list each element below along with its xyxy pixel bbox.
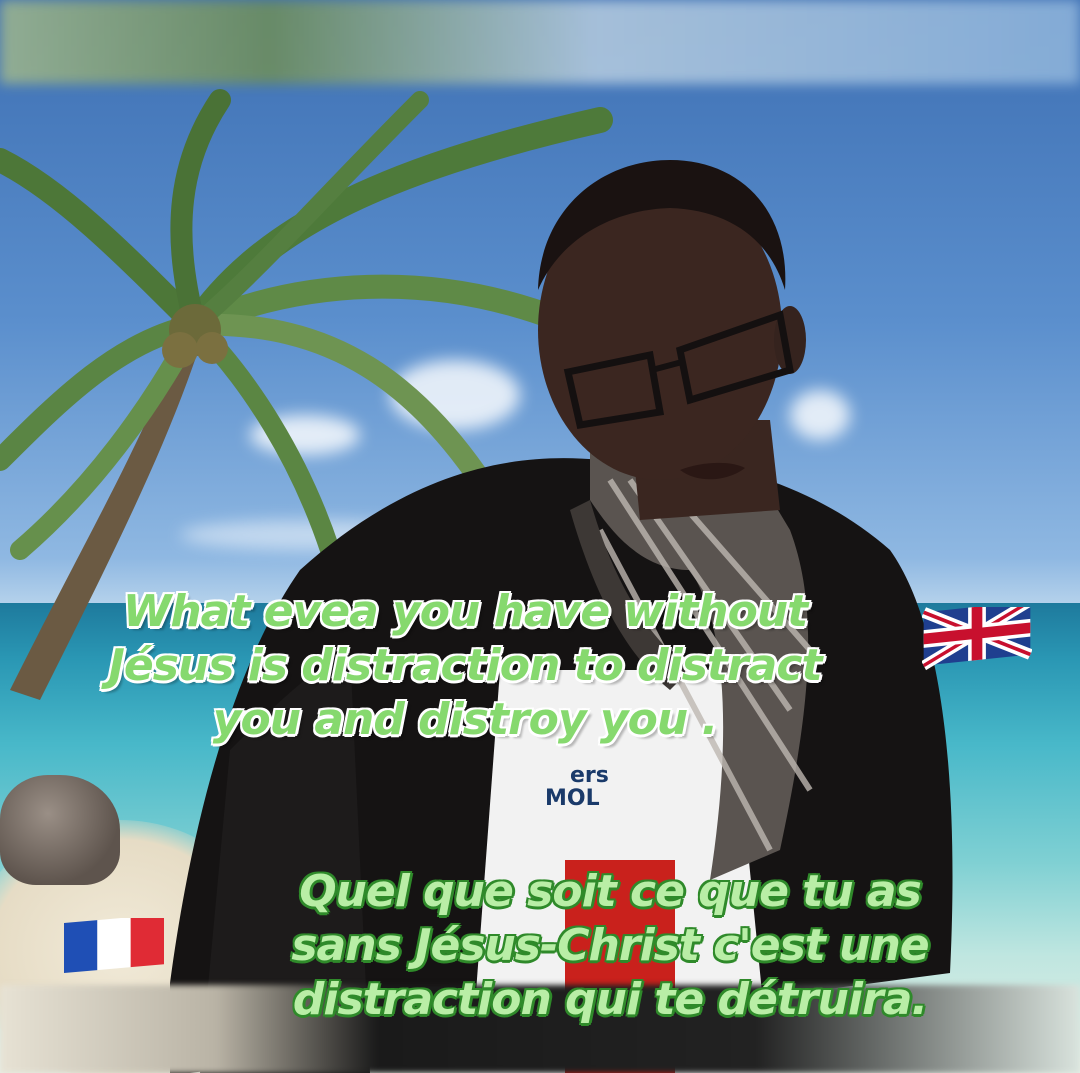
- photo-post: ers MOL What evea you have without Jésus…: [0, 0, 1080, 1073]
- blurred-top-band: [0, 0, 1080, 84]
- quote-fr-line: sans Jésus-Christ c'est une: [291, 920, 929, 971]
- quote-en-line: Jésus is distraction to distract: [108, 640, 823, 691]
- france-flag-icon: [64, 918, 164, 973]
- shirt-text-1: ers: [570, 763, 609, 788]
- quote-fr-line: distraction qui te détruira.: [292, 974, 928, 1025]
- shirt-text-2: MOL: [545, 786, 600, 811]
- rock: [0, 775, 120, 885]
- quote-english: What evea you have without Jésus is dist…: [0, 585, 930, 747]
- quote-french: Quel que soit ce que tu as sans Jésus-Ch…: [190, 865, 1030, 1027]
- uk-flag-icon: [922, 607, 1032, 671]
- quote-en-line: What evea you have without: [122, 586, 808, 637]
- quote-en-line: you and distroy you .: [212, 694, 718, 745]
- quote-fr-line: Quel que soit ce que tu as: [299, 866, 922, 917]
